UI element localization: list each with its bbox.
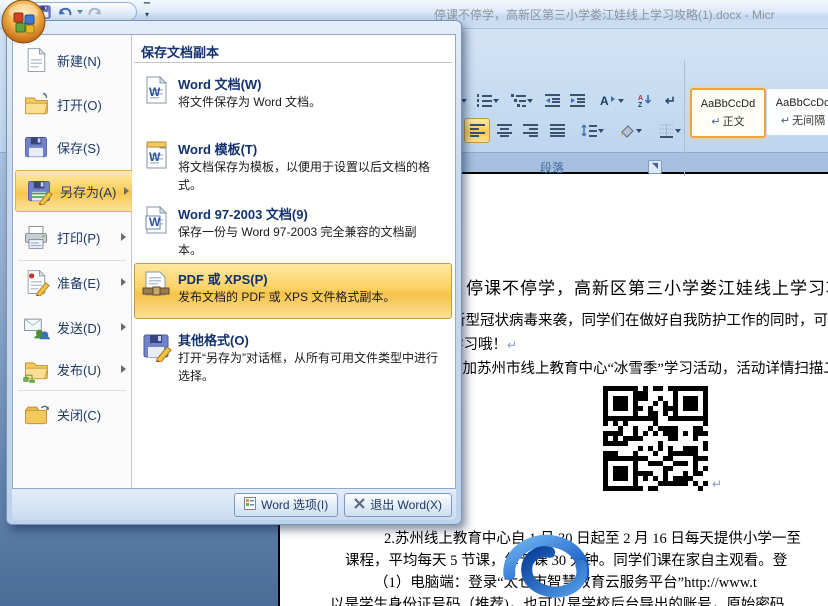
- customize-quick-access-icon[interactable]: ▔▾: [140, 4, 154, 20]
- save-icon: [22, 133, 50, 161]
- style-card-正文[interactable]: AaBbCcDd↵正文: [690, 88, 766, 138]
- save-as-icon: [25, 177, 53, 205]
- document-line: 参加苏州市线上教育中心“冰雪季”学习活动，活动详情扫描二: [448, 357, 828, 378]
- submenu-arrow-icon: [124, 187, 129, 195]
- close-x-icon: [354, 498, 365, 512]
- svg-text:Z: Z: [638, 102, 643, 107]
- svg-text:W: W: [149, 85, 161, 99]
- word-application-window: { "title_bar": { "title": "停课不停学，高新区第三小学…: [0, 0, 828, 606]
- word-document-icon: W: [140, 74, 172, 106]
- submenu-header: 保存文档副本: [141, 42, 219, 61]
- word-options-icon: [244, 497, 256, 513]
- document-line: 新型冠状病毒来袭，同学们在做好自我防护工作的同时，可以: [451, 309, 828, 330]
- submenu-arrow-icon: [121, 278, 126, 286]
- group-separator: [684, 60, 685, 176]
- line-spacing-button[interactable]: [576, 118, 608, 143]
- save-as-submenu: 保存文档副本 WWord 文档(W)将文件保存为 Word 文档。WWord 模…: [132, 35, 455, 490]
- decrease-indent-button[interactable]: [541, 89, 564, 112]
- pdf-xps-icon: [140, 269, 172, 301]
- document-line: 2.苏州线上教育中心自 1 月 30 日起至 2 月 16 日每天提供小学一至: [384, 527, 801, 548]
- menu-separator: [18, 390, 126, 391]
- sort-button[interactable]: AZ: [632, 89, 657, 112]
- align-right-button[interactable]: [518, 118, 542, 143]
- menu-item-保存(S)[interactable]: 保存(S): [13, 127, 132, 167]
- close-folder-icon: [22, 400, 50, 428]
- word-template-icon: W: [140, 139, 172, 171]
- menu-separator: [18, 260, 126, 261]
- undo-dropdown-icon[interactable]: [77, 10, 83, 14]
- show-hide-marks-button[interactable]: ↵: [659, 89, 682, 112]
- svg-text:A: A: [600, 94, 609, 107]
- menu-item-发送(D)[interactable]: 发送(D): [13, 307, 132, 347]
- menu-item-发布(U)[interactable]: 发布(U): [13, 349, 132, 389]
- redo-icon[interactable]: [86, 4, 104, 20]
- numbered-list-button[interactable]: [472, 89, 503, 112]
- asian-layout-button[interactable]: A: [593, 89, 629, 112]
- svg-text:A: A: [638, 95, 643, 102]
- distribute-button[interactable]: [544, 118, 571, 143]
- print-icon: [22, 223, 50, 251]
- document-heading: 停课不停学，高新区第三小学娄江娃线上学习攻略: [466, 274, 828, 299]
- publish-icon: [22, 355, 50, 383]
- send-icon: [22, 313, 50, 341]
- office-button[interactable]: [1, 0, 46, 44]
- new-document-icon: [22, 46, 50, 74]
- window-title: 停课不停学，高新区第三小学娄江娃线上学习攻略(1).docx - Micr: [434, 6, 775, 23]
- open-folder-icon: [22, 90, 50, 118]
- submenu-divider: [134, 62, 452, 63]
- paragraph-mark: ↵: [712, 477, 722, 491]
- shading-button[interactable]: [612, 118, 648, 143]
- paragraph-group-label: 段落: [540, 159, 564, 176]
- increase-indent-button[interactable]: [566, 89, 589, 112]
- submenu-arrow-icon: [121, 365, 126, 373]
- menu-item-准备(E)[interactable]: 准备(E): [13, 262, 132, 302]
- prepare-icon: [22, 268, 50, 296]
- exit-word-button[interactable]: 退出 Word(X): [344, 493, 452, 517]
- submenu-arrow-icon: [121, 233, 126, 241]
- style-card-无间隔[interactable]: AaBbCcDd↵无间隔: [766, 88, 828, 136]
- other-format-icon: [140, 330, 172, 362]
- word-97-icon: W: [140, 204, 172, 236]
- multilevel-list-button[interactable]: [506, 89, 538, 112]
- submenu-arrow-icon: [121, 323, 126, 331]
- svg-text:W: W: [149, 150, 161, 164]
- align-center-button[interactable]: [492, 118, 516, 143]
- office-menu-left-column: 新建(N)打开(O)保存(S)另存为(A)打印(P)准备(E)发送(D)发布(U…: [13, 35, 132, 490]
- paragraph-dialog-launcher[interactable]: ◥: [648, 160, 662, 174]
- blue-swirl-logo: [500, 534, 592, 600]
- menu-item-打印(P)[interactable]: 打印(P): [13, 217, 132, 257]
- word-options-button[interactable]: Word 选项(I): [234, 493, 338, 517]
- menu-item-关闭(C)[interactable]: 关闭(C): [13, 394, 132, 434]
- align-left-button[interactable]: [464, 118, 490, 143]
- office-menu: 新建(N)打开(O)保存(S)另存为(A) 打印(P) 准备(E) 发送(D)发布(U…: [6, 20, 462, 525]
- menu-item-新建(N)[interactable]: 新建(N): [13, 40, 132, 80]
- office-menu-footer: Word 选项(I) 退出 Word(X): [12, 488, 456, 520]
- menu-item-另存为(A)[interactable]: 另存为(A): [15, 170, 136, 212]
- svg-text:W: W: [149, 215, 161, 229]
- qr-code: [600, 383, 711, 494]
- menu-item-打开(O)[interactable]: 打开(O): [13, 84, 132, 124]
- undo-icon[interactable]: [56, 4, 74, 20]
- borders-button[interactable]: [652, 118, 688, 143]
